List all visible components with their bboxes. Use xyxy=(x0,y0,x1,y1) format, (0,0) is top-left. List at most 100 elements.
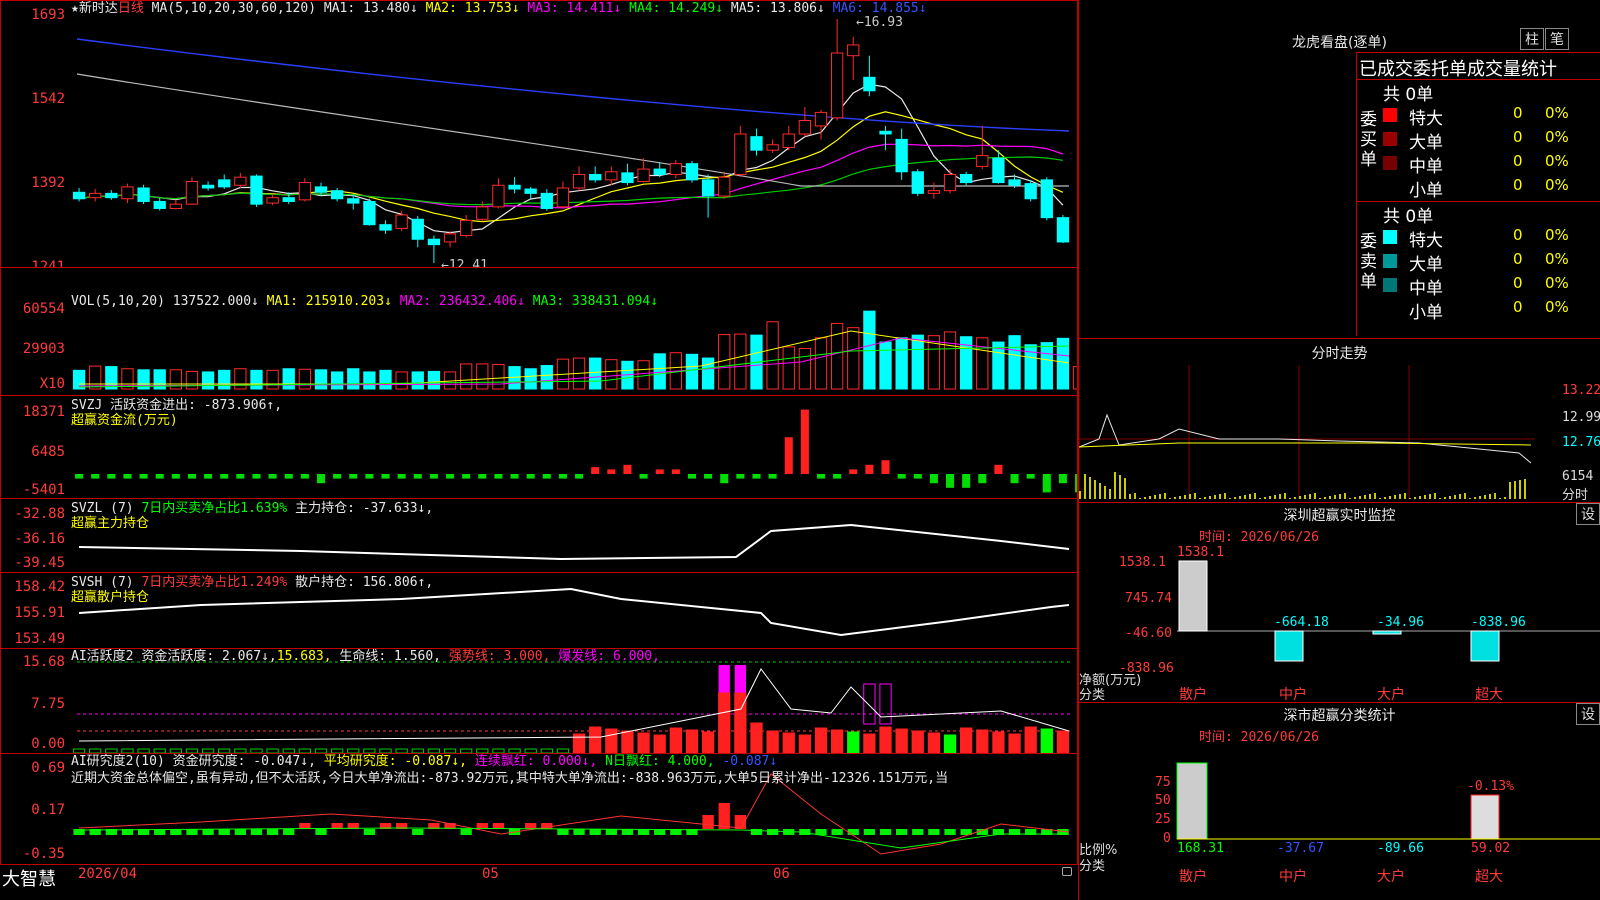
volume-bar xyxy=(685,353,699,390)
svzl-panel[interactable]: -32.88 -36.16 -39.45 SVZL (7) 7日内买卖净占比1.… xyxy=(0,498,1078,573)
volume-bar xyxy=(1008,335,1021,390)
fl-value: 168.31 xyxy=(1177,841,1224,856)
candle-body xyxy=(911,171,924,194)
candle-body xyxy=(508,184,521,190)
fs-vol-bar xyxy=(1384,497,1386,499)
volume-bar xyxy=(943,331,957,390)
research-bar xyxy=(315,829,327,835)
kline-panel[interactable]: 1693 1542 1392 1241 ★新时达日线 MA(5,10,20,30… xyxy=(0,0,1078,268)
fs-vol-bar xyxy=(1349,498,1351,499)
ai-research-panel[interactable]: 0.69 0.17 -0.35 AI研究度2(10) 资金研究度: -0.047… xyxy=(0,753,1078,865)
sell-row: 中单 0 0% xyxy=(1383,274,1600,299)
candle-body xyxy=(976,155,989,167)
volume-panel[interactable]: 60554 29903 X10 VOL(5,10,20) 137522.000↓… xyxy=(0,267,1078,396)
fs-vol-bar xyxy=(1324,497,1326,499)
volume-chart[interactable] xyxy=(1,268,1078,396)
intraday-panel[interactable]: 分时走势 13.22 12.99 12.76 6154 分时 xyxy=(1078,338,1600,503)
bar-mode-button[interactable]: 柱 xyxy=(1520,28,1544,50)
fs-vol-bar xyxy=(1284,493,1286,499)
ai-bar xyxy=(718,692,731,753)
lock-icon[interactable] xyxy=(1062,867,1072,876)
svzj-bar xyxy=(687,474,696,479)
ai-activity-chart[interactable] xyxy=(1,649,1078,754)
svzj-bar xyxy=(526,474,535,479)
candle-body xyxy=(621,172,634,184)
research-bar xyxy=(250,829,263,835)
ai-bar xyxy=(605,728,618,753)
candle-body xyxy=(185,180,199,205)
sell-section: 委卖单 共 0单 特大 0 0% 大单 0 0% 中单 0 0% 小单 0 0% xyxy=(1357,201,1600,337)
candle-body xyxy=(734,133,747,175)
fs-vol-bar xyxy=(1329,496,1331,499)
fs-vol-bar xyxy=(1204,497,1206,499)
lhb-panel[interactable]: 龙虎看盘(逐单) 柱 笔 已成交委托单成交量统计 委买单 共 0单 特大 0 0% 大… xyxy=(1078,0,1600,338)
svsh-value: 散户持仓: 156.806↑, xyxy=(287,575,434,590)
volume-bar xyxy=(1040,342,1053,390)
ai-bar xyxy=(669,727,682,753)
fs-vol-bar xyxy=(1464,493,1466,499)
svzj-bar xyxy=(623,464,632,474)
ai-bar xyxy=(879,726,892,753)
sell-row: 特大 0 0% xyxy=(1383,226,1600,251)
ai-line xyxy=(78,668,1070,742)
fs-vol-bar xyxy=(1424,495,1426,499)
stats-title[interactable]: 已成交委托单成交量统计 xyxy=(1359,55,1557,81)
kline-legend: ★新时达日线 MA(5,10,20,30,60,120) MA1: 13.480… xyxy=(71,1,927,16)
candle-body xyxy=(395,214,408,229)
volume-bar xyxy=(411,371,424,390)
ai-activity-panel[interactable]: 15.68 7.75 0.00 AI活跃度2 资金活跃度: 2.067↓,15.… xyxy=(0,648,1078,754)
row-value: 0 xyxy=(1513,128,1523,146)
kline-chart[interactable] xyxy=(1,1,1078,268)
ai2-average: 平均研究度: -0.087↓, xyxy=(323,754,468,769)
sz-monitor-panel[interactable]: 深圳超赢实时监控 设 时间: 2026/06/26 1538.1 745.74 … xyxy=(1078,502,1600,703)
tick-mode-button[interactable]: 笔 xyxy=(1545,28,1569,50)
ai-title: AI活跃度2 xyxy=(71,649,142,664)
ai2-red-streak: 连续飘红: 0.000↓, xyxy=(474,754,598,769)
candle-body xyxy=(347,198,360,204)
svzj-bar xyxy=(236,474,245,479)
fs-vol-bar xyxy=(1194,493,1196,499)
candle-body xyxy=(411,218,424,240)
ai-bar xyxy=(943,734,957,753)
fl-category: 大户 xyxy=(1377,869,1405,885)
svzj-bar xyxy=(204,474,213,479)
candle-body xyxy=(782,133,795,148)
sz-xlabel: 分类 xyxy=(1079,688,1106,703)
ma10-line xyxy=(79,111,1064,223)
sz-class-panel[interactable]: 深市超赢分类统计 设 时间: 2026/06/26 75 50 25 0 比例%… xyxy=(1078,702,1600,900)
svzj-bar xyxy=(833,474,842,479)
volume-bar xyxy=(637,360,650,390)
svzj-bar xyxy=(381,474,390,479)
svsh-panel[interactable]: 158.42 155.91 153.49 SVSH (7) 7日内买卖净占比1.… xyxy=(0,572,1078,649)
svzj-panel[interactable]: 18371 6485 -5401 SVZJ 活跃资金进出: -873.906↑,… xyxy=(0,395,1078,499)
svzj-bar xyxy=(639,474,648,479)
fs-vol-bar xyxy=(1494,493,1496,499)
intraday-chart[interactable] xyxy=(1079,339,1600,503)
fl-axis-label: 25 xyxy=(1155,812,1171,827)
fl-category: 散户 xyxy=(1179,869,1207,885)
svzj-bar xyxy=(510,474,519,479)
ai2-research: 资金研究度: -0.047↓, xyxy=(172,754,316,769)
svzj-bar xyxy=(107,474,116,479)
row-value: 0 xyxy=(1513,176,1523,194)
candle-body xyxy=(750,136,763,151)
svzj-bar xyxy=(800,409,809,474)
fs-vol-bar xyxy=(1254,493,1256,499)
fl-category: 超大 xyxy=(1475,869,1503,885)
research-bar xyxy=(186,829,198,835)
fs-vol-bar xyxy=(1364,495,1366,499)
fl-value: -37.67 xyxy=(1277,841,1324,856)
fs-vol-bar xyxy=(1309,494,1311,499)
svzj-bar xyxy=(558,474,567,479)
fs-vol-bar xyxy=(1104,486,1106,499)
date-label: 2026/04 xyxy=(78,866,138,882)
row-name: 特大 xyxy=(1409,109,1443,129)
volume-bar xyxy=(879,341,892,390)
period-label[interactable]: 日线 xyxy=(118,1,144,16)
candle-body xyxy=(298,182,312,201)
fs-vol-bar xyxy=(1199,498,1201,499)
fs-vol-bar xyxy=(1134,493,1136,499)
svzj-bar xyxy=(1010,474,1019,484)
row-name: 小单 xyxy=(1409,181,1443,201)
ai-bar xyxy=(927,732,941,753)
